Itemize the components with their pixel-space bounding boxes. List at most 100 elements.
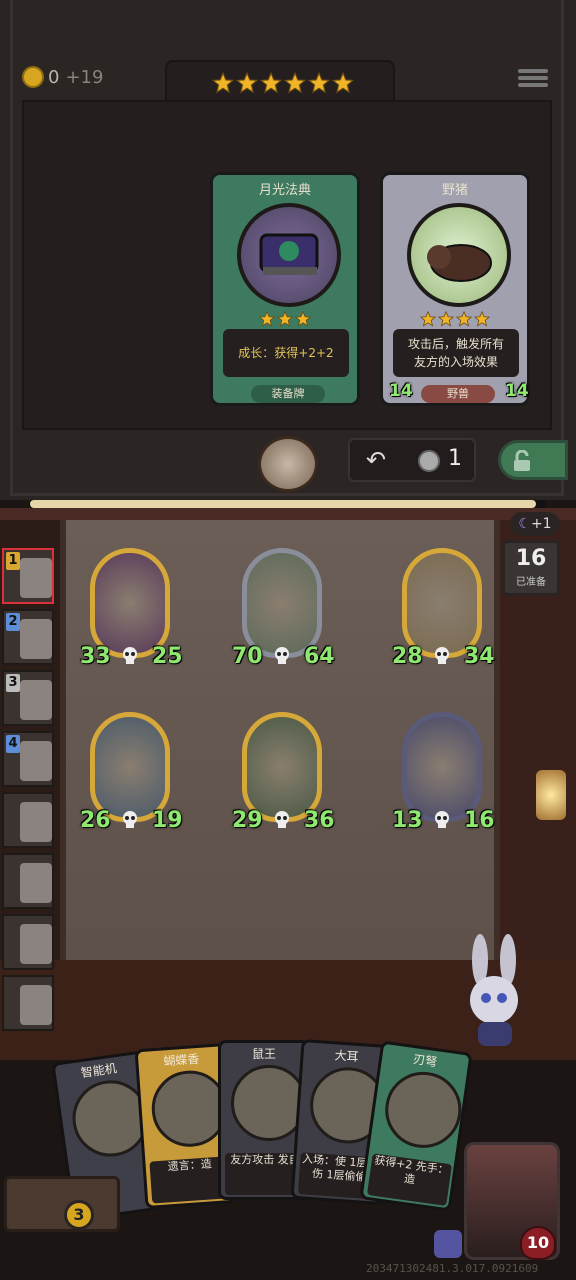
- gold-slot-count: 3: [64, 1200, 94, 1230]
- gold-chest: [4, 1176, 120, 1232]
- minion-health: 34: [464, 644, 495, 669]
- build-id: 203471302481.3.017.0921609: [366, 1262, 539, 1275]
- skull-icon: [123, 647, 137, 664]
- minion-health: 25: [152, 644, 183, 669]
- board-minion[interactable]: 33 25: [80, 548, 183, 672]
- card-star-icon: [437, 310, 455, 327]
- tier-star-icon: [307, 71, 331, 94]
- board-minion[interactable]: 13 16: [392, 712, 495, 836]
- menu-icon[interactable]: [518, 66, 548, 94]
- turn-timer-fill: [30, 500, 536, 508]
- card-type-badge: 装备牌: [251, 385, 325, 403]
- refresh-cost: 1: [448, 446, 462, 471]
- ready-label: 已准备: [516, 577, 546, 588]
- opponent-rank: 2: [6, 613, 20, 631]
- card-attack: 14: [389, 381, 413, 401]
- gold-coin-icon: [22, 66, 44, 88]
- tier-star-icon: [331, 71, 355, 94]
- desc-line: 攻击后，触发所有: [407, 337, 504, 351]
- gold-amount: 0: [48, 66, 60, 88]
- turn-bonus-value: +1: [530, 516, 552, 532]
- minion-health: 64: [304, 644, 335, 669]
- pocket-watch-freeze-button[interactable]: [258, 436, 318, 492]
- opponent-slot[interactable]: [2, 792, 54, 848]
- card-stars: [383, 310, 527, 331]
- lock-shop-button[interactable]: [498, 440, 568, 480]
- card-description: 攻击后，触发所有 友方的入场效果: [393, 329, 519, 377]
- moon-icon: ☾: [518, 516, 531, 532]
- card-star-icon: [258, 310, 276, 327]
- gold-income: +19: [65, 66, 104, 88]
- refresh-icon[interactable]: ↶: [366, 446, 386, 474]
- opponent-slot[interactable]: 3: [2, 670, 54, 726]
- turn-timer-bar: [30, 500, 546, 508]
- minion-health: 19: [152, 808, 183, 833]
- player-health: 10: [520, 1226, 556, 1260]
- card-star-icon: [473, 310, 491, 327]
- board-minion[interactable]: 26 19: [80, 712, 183, 836]
- minion-attack: 33: [80, 644, 111, 669]
- opponent-avatar: [20, 619, 52, 659]
- spellbook-art: [237, 203, 341, 307]
- opponent-avatar: [20, 680, 52, 720]
- minion-health: 36: [304, 808, 335, 833]
- opponent-slot[interactable]: [2, 914, 54, 970]
- turn-bonus: ☾+1: [510, 512, 560, 536]
- board-minion[interactable]: 29 36: [232, 712, 335, 836]
- hand-card-title: 鼠王: [251, 1047, 276, 1061]
- shop-card-boar[interactable]: 野猪 攻击后，触发所有 友方的入场效果 野兽 14 14: [380, 172, 530, 406]
- rabbit-mascot: [460, 930, 530, 1050]
- opponent-rank: 1: [6, 552, 20, 570]
- hand-card-art: [380, 1066, 467, 1153]
- opponent-slot[interactable]: [2, 853, 54, 909]
- card-star-icon: [455, 310, 473, 327]
- ready-count: 16: [515, 546, 547, 571]
- skull-icon: [435, 647, 449, 664]
- opponent-rank: 3: [6, 674, 20, 692]
- opponent-avatar: [20, 802, 52, 842]
- shop-card-moonlight-codex[interactable]: 月光法典 成长：获得+2+2 装备牌: [210, 172, 360, 406]
- minion-portrait: [90, 712, 170, 822]
- card-title: 月光法典: [258, 183, 311, 198]
- hand-card-title: 智能机: [80, 1061, 118, 1081]
- minion-health: 16: [464, 808, 495, 833]
- opponent-avatar: [20, 741, 52, 781]
- opponent-slot[interactable]: [2, 975, 54, 1031]
- opponent-avatar: [20, 558, 52, 598]
- hand-card-title: 大耳: [334, 1048, 360, 1064]
- minion-attack: 70: [232, 644, 263, 669]
- minion-portrait: [402, 712, 482, 822]
- hand-card-description: 获得+2 先手：造: [366, 1153, 453, 1206]
- hand-card-title: 蝴蝶香: [162, 1051, 200, 1069]
- opponent-slot[interactable]: 2: [2, 609, 54, 665]
- card-star-icon: [276, 310, 294, 327]
- board-minion[interactable]: 28 34: [392, 548, 495, 672]
- tier-star-icon: [211, 71, 235, 94]
- board-minion[interactable]: 70 64: [232, 548, 335, 672]
- ready-counter: 16 已准备: [502, 540, 560, 596]
- skull-icon: [435, 811, 449, 828]
- shield-icon: [434, 1230, 462, 1258]
- lock-icon: [514, 450, 530, 471]
- minion-portrait: [242, 548, 322, 658]
- boar-art: [407, 203, 511, 307]
- minion-attack: 29: [232, 808, 263, 833]
- minion-attack: 13: [392, 808, 423, 833]
- tier-star-icon: [235, 71, 259, 94]
- refresh-coin-icon: [418, 450, 440, 472]
- refresh-panel: ↶ 1: [348, 438, 476, 482]
- card-stars: [213, 310, 357, 331]
- minion-attack: 28: [392, 644, 423, 669]
- card-type-badge: 野兽: [421, 385, 495, 403]
- desc-line: 友方的入场效果: [413, 355, 498, 369]
- opponent-avatar: [20, 985, 52, 1025]
- card-health: 14: [505, 381, 529, 401]
- minion-portrait: [402, 548, 482, 658]
- card-title: 野猪: [441, 183, 468, 198]
- opponent-avatar: [20, 924, 52, 964]
- opponent-slot[interactable]: 1: [2, 548, 54, 604]
- opponent-rank: 4: [6, 735, 20, 753]
- desc-line: 成长：获得+2+2: [238, 346, 334, 360]
- minion-attack: 26: [80, 808, 111, 833]
- opponent-slot[interactable]: 4: [2, 731, 54, 787]
